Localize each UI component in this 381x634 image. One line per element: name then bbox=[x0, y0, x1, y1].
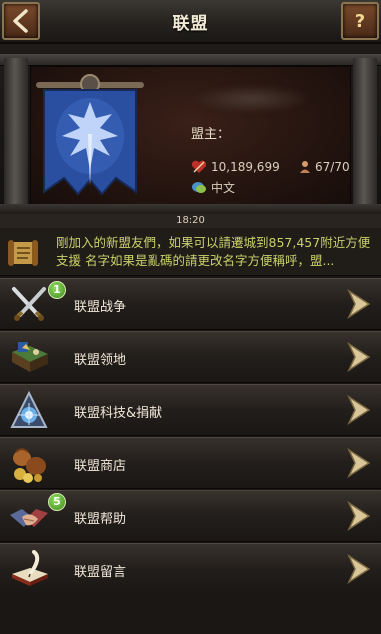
help-button[interactable]: ? bbox=[341, 2, 379, 40]
alliance-menu: 1 联盟战争 联盟领地 联盟科技&捐献 联盟商店 5 联盟帮助 联盟留言 bbox=[0, 278, 381, 596]
menu-item-label: 联盟商店 bbox=[74, 459, 127, 474]
menu-item-label: 联盟留言 bbox=[74, 565, 127, 580]
page-title: 联盟 bbox=[172, 14, 209, 34]
notification-badge: 1 bbox=[48, 281, 66, 299]
right-pillar bbox=[353, 58, 377, 208]
alliance-lord-label: 盟主： bbox=[191, 127, 231, 142]
menu-item-label: 联盟帮助 bbox=[74, 512, 127, 527]
alliance-language-value: 中文 bbox=[211, 181, 236, 195]
chevron-right-icon bbox=[347, 289, 371, 319]
menu-item-alliance-message[interactable]: 联盟留言 bbox=[0, 543, 381, 595]
chevron-right-icon bbox=[347, 342, 371, 372]
alliance-power: 10,189,699 bbox=[191, 160, 280, 174]
header-beam bbox=[0, 54, 381, 66]
menu-item-alliance-tech[interactable]: 联盟科技&捐献 bbox=[0, 384, 381, 436]
chat-message: 剛加入的新盟友們，如果可以請遷城到857,457附近方便支援 名字如果是亂碼的請… bbox=[56, 235, 371, 268]
help-icon: ? bbox=[354, 10, 366, 32]
alliance-name-blurred bbox=[191, 85, 311, 113]
alliance-members-value: 67/70 bbox=[315, 160, 350, 174]
alliance-banner-icon bbox=[36, 74, 144, 196]
menu-item-alliance-war[interactable]: 1 联盟战争 bbox=[0, 278, 381, 330]
scroll-icon bbox=[8, 240, 38, 266]
territory-map-icon bbox=[12, 342, 48, 372]
handshake-icon bbox=[10, 509, 48, 527]
tech-crystal-icon bbox=[10, 391, 48, 428]
chevron-right-icon bbox=[347, 501, 371, 531]
left-pillar bbox=[4, 58, 28, 208]
menu-item-alliance-shop[interactable]: 联盟商店 bbox=[0, 437, 381, 489]
bottom-background bbox=[0, 594, 381, 634]
person-icon bbox=[300, 161, 310, 173]
header-bottom-beam bbox=[0, 204, 381, 214]
chevron-right-icon bbox=[347, 448, 371, 478]
alliance-power-value: 10,189,699 bbox=[211, 160, 280, 174]
menu-item-alliance-territory[interactable]: 联盟领地 bbox=[0, 331, 381, 383]
crossed-swords-icon bbox=[12, 287, 46, 321]
menu-item-label: 联盟战争 bbox=[74, 300, 127, 315]
menu-item-label: 联盟领地 bbox=[74, 353, 127, 368]
alliance-language: 中文 bbox=[191, 179, 235, 196]
quill-book-icon bbox=[12, 550, 48, 586]
power-heart-icon bbox=[191, 160, 207, 173]
alliance-chat-bar[interactable]: 剛加入的新盟友們，如果可以請遷城到857,457附近方便支援 名字如果是亂碼的請… bbox=[0, 228, 381, 276]
alliance-members: 67/70 bbox=[299, 160, 350, 174]
top-bar: 联盟 ? bbox=[0, 0, 381, 44]
shop-goods-icon bbox=[13, 448, 46, 483]
alliance-header: 盟主： 10,189,699 67/70 中文 bbox=[0, 44, 381, 214]
menu-item-label: 联盟科技&捐献 bbox=[74, 406, 163, 421]
chevron-right-icon bbox=[347, 395, 371, 425]
chevron-right-icon bbox=[347, 554, 371, 584]
language-bubble-icon bbox=[192, 181, 206, 193]
menu-item-alliance-help[interactable]: 5 联盟帮助 bbox=[0, 490, 381, 542]
notification-badge: 5 bbox=[48, 493, 66, 511]
chat-timestamp: 18:20 bbox=[0, 214, 381, 228]
